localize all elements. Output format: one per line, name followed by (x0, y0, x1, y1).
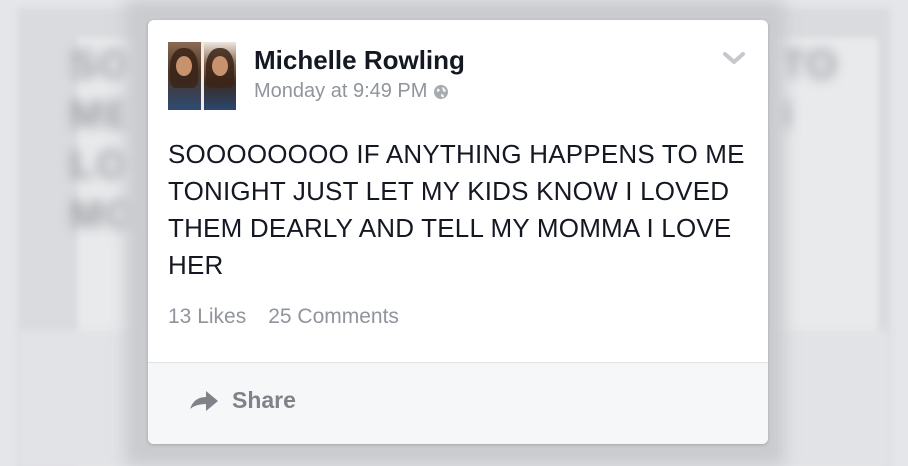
timestamp-row: Monday at 9:49 PM (254, 80, 465, 103)
post-footer: Share (148, 363, 768, 444)
likes-count[interactable]: 13 Likes (168, 305, 246, 329)
author-name[interactable]: Michelle Rowling (254, 44, 465, 76)
post-timestamp[interactable]: Monday at 9:49 PM (254, 80, 427, 103)
reaction-counts: 13 Likes 25 Comments (168, 305, 399, 329)
post-card: Michelle Rowling Monday at 9:49 PM SOOOO… (148, 20, 768, 444)
globe-icon[interactable] (433, 84, 449, 100)
post-text: SOOOOOOOO IF ANYTHING HAPPENS TO ME TONI… (168, 139, 745, 280)
share-arrow-icon (190, 390, 218, 411)
post-header: Michelle Rowling Monday at 9:49 PM (168, 42, 465, 110)
avatar-photo-left (168, 42, 201, 110)
post-meta: Michelle Rowling Monday at 9:49 PM (254, 42, 465, 103)
chevron-down-icon[interactable] (722, 50, 746, 66)
screen: SO ME LO MO TO I Michelle Rowling Monday… (0, 0, 908, 466)
background-blurred-text-right: TO I (780, 43, 839, 137)
avatar-photo-right (203, 42, 236, 110)
share-button[interactable]: Share (188, 387, 296, 414)
comments-count[interactable]: 25 Comments (268, 305, 399, 329)
share-label: Share (232, 387, 296, 413)
avatar[interactable] (168, 42, 236, 110)
